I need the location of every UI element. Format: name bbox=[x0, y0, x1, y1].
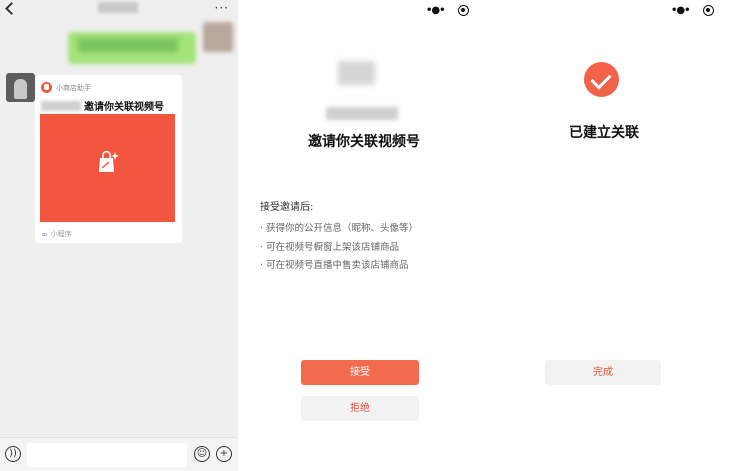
more-icon[interactable]: ··· bbox=[215, 2, 229, 14]
shopping-bag-icon bbox=[99, 150, 119, 172]
chat-panel: ··· 小商店助手 邀请你关联视频号 ∞ 小程序)) ☺ + bbox=[0, 0, 238, 471]
shop-logo-icon bbox=[41, 82, 52, 93]
miniprogram-capsule: •●• bbox=[426, 5, 469, 16]
my-avatar[interactable] bbox=[203, 22, 233, 52]
card-shop-name-redacted bbox=[41, 100, 81, 111]
card-cover-image bbox=[40, 114, 175, 222]
reject-button[interactable]: 拒绝 bbox=[301, 396, 419, 421]
more-icon[interactable]: •●• bbox=[426, 5, 445, 16]
sent-message-text-redacted bbox=[78, 38, 178, 52]
chevron-left-icon[interactable] bbox=[5, 2, 18, 15]
check-circle-icon bbox=[584, 62, 619, 97]
accept-heading: 接受邀请后: bbox=[260, 202, 314, 213]
emoji-icon[interactable]: ☺ bbox=[194, 446, 210, 462]
invite-panel: •●• 邀请你关联视频号 接受邀请后: · 获得你的公开信息（昵称、头像等） ·… bbox=[238, 0, 490, 471]
more-icon[interactable]: •●• bbox=[671, 5, 690, 16]
finish-button[interactable]: 完成 bbox=[545, 360, 661, 385]
close-miniprogram-icon[interactable] bbox=[702, 5, 714, 16]
plus-icon[interactable]: + bbox=[216, 446, 232, 462]
benefit-item: · 获得你的公开信息（昵称、头像等） bbox=[260, 223, 419, 234]
card-footer-label: 小程序 bbox=[50, 230, 72, 238]
close-miniprogram-icon[interactable] bbox=[457, 5, 469, 16]
card-title: 邀请你关联视频号 bbox=[84, 102, 164, 113]
message-input[interactable] bbox=[27, 443, 187, 467]
shop-name-redacted bbox=[326, 107, 398, 120]
miniprogram-icon: ∞ bbox=[41, 229, 48, 239]
chat-title-redacted bbox=[98, 2, 138, 13]
chat-input-bar: )) ☺ + bbox=[0, 437, 238, 471]
benefit-item: · 可在视频号直播中售卖该店铺商品 bbox=[260, 260, 409, 271]
done-panel: •●• 已建立关联 完成 bbox=[490, 0, 737, 471]
chat-header: ··· bbox=[0, 0, 238, 20]
friend-avatar[interactable] bbox=[6, 73, 35, 102]
card-footer: ∞ 小程序 bbox=[41, 229, 72, 239]
miniprogram-share-card[interactable]: 小商店助手 邀请你关联视频号 ∞ 小程序 bbox=[35, 75, 182, 243]
card-title-row: 邀请你关联视频号 bbox=[41, 98, 164, 113]
accept-button[interactable]: 接受 bbox=[301, 360, 419, 385]
card-brand: 小商店助手 bbox=[41, 82, 91, 93]
screenshot-stage: ··· 小商店助手 邀请你关联视频号 ∞ 小程序)) ☺ + •●• 邀请你关… bbox=[0, 0, 737, 471]
card-brand-name: 小商店助手 bbox=[56, 83, 91, 92]
invite-title: 邀请你关联视频号 bbox=[308, 134, 420, 150]
channel-avatar-redacted bbox=[338, 61, 375, 85]
benefit-item: · 可在视频号橱窗上架该店铺商品 bbox=[260, 241, 400, 253]
done-title: 已建立关联 bbox=[569, 125, 639, 141]
benefit-list: · 获得你的公开信息（昵称、头像等） · 可在视频号橱窗上架该店铺商品 · 可在… bbox=[260, 220, 418, 276]
voice-icon[interactable]: )) bbox=[5, 446, 21, 462]
miniprogram-capsule: •●• bbox=[671, 5, 714, 16]
